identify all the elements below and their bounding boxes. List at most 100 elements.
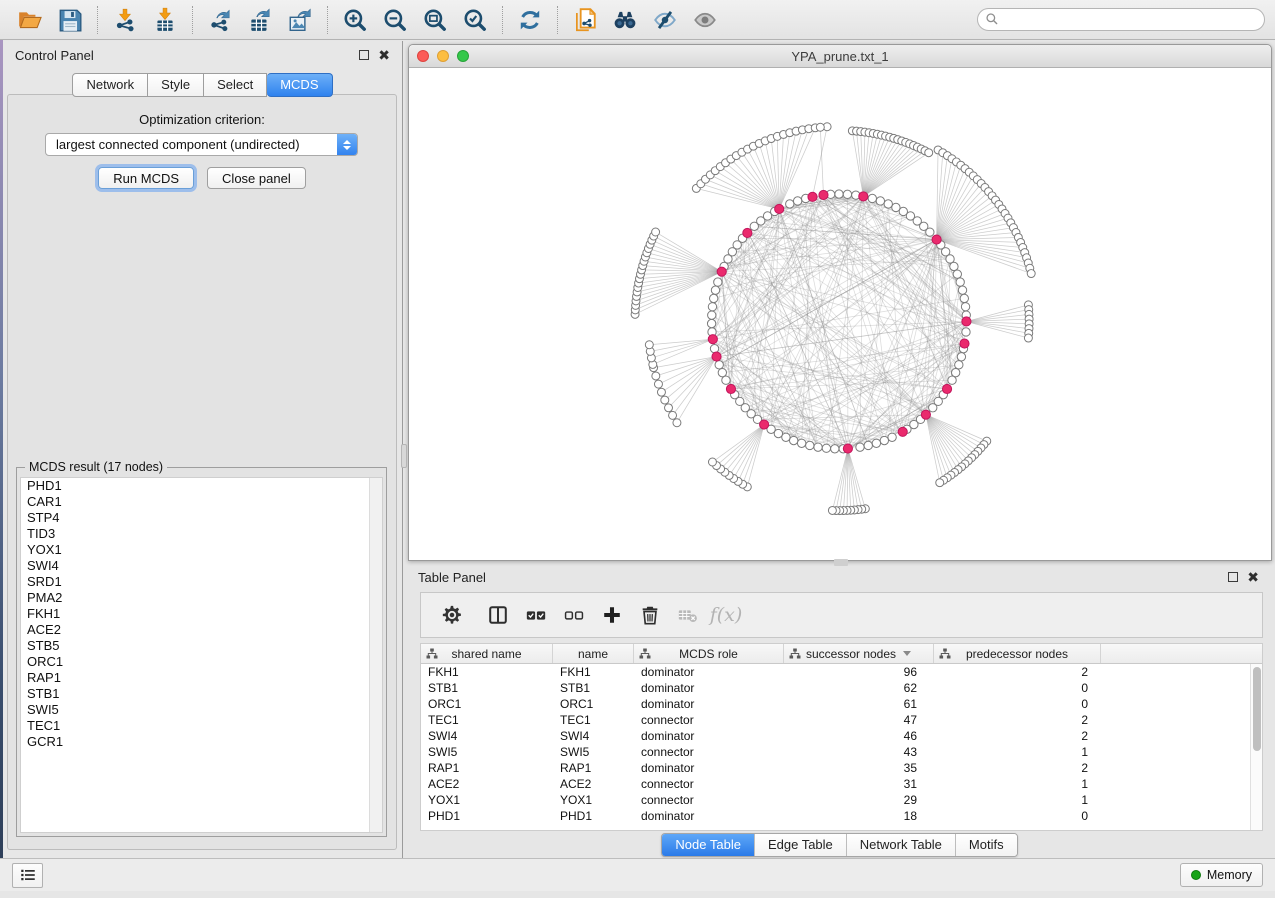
plus-icon [601,604,623,626]
float-panel-icon[interactable] [359,50,369,60]
unselect-all-columns-button[interactable] [557,598,591,632]
mcds-result-node[interactable]: STB5 [21,638,382,654]
search-network-button[interactable] [605,4,645,36]
zoom-out-button[interactable] [375,4,415,36]
add-column-button[interactable] [595,598,629,632]
network-snapshot-button[interactable] [565,4,605,36]
mcds-result-node[interactable]: TID3 [21,526,382,542]
column-header-successor-nodes[interactable]: successor nodes [784,644,934,663]
footer-tab-node-table[interactable]: Node Table [662,834,754,856]
mcds-result-node[interactable]: PHD1 [21,478,382,494]
control-panel-header: Control Panel ✖ [3,41,402,69]
column-header-MCDS-role[interactable]: MCDS role [634,644,784,663]
tab-network[interactable]: Network [72,73,148,97]
gear-icon [441,604,463,626]
column-header-name[interactable]: name [553,644,634,663]
mcds-result-node[interactable]: ORC1 [21,654,382,670]
status-bar: Memory [0,858,1275,891]
mcds-result-node[interactable]: ACE2 [21,622,382,638]
network-canvas[interactable] [409,68,1271,560]
mcds-result-node[interactable]: STB1 [21,686,382,702]
mcds-result-list[interactable]: PHD1CAR1STP4TID3YOX1SWI4SRD1PMA2FKH1ACE2… [20,477,383,833]
mcds-list-scrollbar[interactable] [369,478,382,832]
memory-button[interactable]: Memory [1180,863,1263,887]
mcds-result-node[interactable]: SWI5 [21,702,382,718]
fx-icon: f(x) [710,604,743,626]
footer-tab-motifs[interactable]: Motifs [955,834,1017,856]
mcds-result-node[interactable]: RAP1 [21,670,382,686]
zoom-in-button[interactable] [335,4,375,36]
cell-MCDS-role: dominator [634,808,784,824]
table-scrollbar[interactable] [1250,664,1262,830]
table-row[interactable]: YOX1YOX1connector291 [421,792,1250,808]
table-row[interactable]: SWI5SWI5connector431 [421,744,1250,760]
zoom-fit-button[interactable] [415,4,455,36]
export-image-icon [287,7,313,33]
footer-tab-network-table[interactable]: Network Table [846,834,955,856]
zoom-in-icon [342,7,368,33]
table-row[interactable]: RAP1RAP1dominator352 [421,760,1250,776]
import-table-button[interactable] [145,4,185,36]
table-row[interactable]: ACE2ACE2connector311 [421,776,1250,792]
save-session-button[interactable] [50,4,90,36]
tab-mcds[interactable]: MCDS [267,73,332,97]
mcds-result-node[interactable]: STP4 [21,510,382,526]
column-header-shared-name[interactable]: shared name [421,644,553,663]
table-scrollbar-thumb[interactable] [1253,667,1261,751]
column-header-predecessor-nodes[interactable]: predecessor nodes [934,644,1101,663]
table-row[interactable]: TEC1TEC1connector472 [421,712,1250,728]
float-table-panel-icon[interactable] [1228,572,1238,582]
criterion-dropdown[interactable]: largest connected component (undirected) [45,133,358,156]
mcds-result-node[interactable]: YOX1 [21,542,382,558]
columns-icon [487,604,509,626]
tab-style[interactable]: Style [148,73,204,97]
cell-successor-nodes: 61 [784,696,934,712]
zoom-selected-button[interactable] [455,4,495,36]
select-all-columns-button[interactable] [519,598,553,632]
function-builder-button-disabled: f(x) [709,598,743,632]
tab-select[interactable]: Select [204,73,267,97]
mcds-result-node[interactable]: SRD1 [21,574,382,590]
table-row[interactable]: SWI4SWI4dominator462 [421,728,1250,744]
import-network-button[interactable] [105,4,145,36]
main-toolbar [0,0,1275,40]
table-panel-title: Table Panel [418,570,486,585]
run-mcds-button[interactable]: Run MCDS [98,167,194,189]
open-file-button[interactable] [10,4,50,36]
close-panel-icon[interactable]: ✖ [378,50,390,60]
mcds-result-node[interactable]: TEC1 [21,718,382,734]
cell-MCDS-role: dominator [634,728,784,744]
show-panels-button[interactable] [685,4,725,36]
search-input[interactable] [977,8,1265,31]
close-panel-button[interactable]: Close panel [207,167,306,189]
mcds-tab-content: Optimization criterion: largest connecte… [7,94,397,850]
mcds-result-node[interactable]: PMA2 [21,590,382,606]
export-image-button[interactable] [280,4,320,36]
mcds-result-node[interactable]: SWI4 [21,558,382,574]
table-row[interactable]: PHD1PHD1dominator180 [421,808,1250,824]
table-row[interactable]: FKH1FKH1dominator962 [421,664,1250,680]
mcds-result-node[interactable]: GCR1 [21,734,382,750]
zoom-out-icon [382,7,408,33]
table-row[interactable]: ORC1ORC1dominator610 [421,696,1250,712]
mcds-result-items: PHD1CAR1STP4TID3YOX1SWI4SRD1PMA2FKH1ACE2… [21,478,382,750]
cell-name: ORC1 [553,696,634,712]
mcds-result-node[interactable]: FKH1 [21,606,382,622]
task-history-button[interactable] [12,863,43,888]
delete-column-button[interactable] [633,598,667,632]
panel-divider-handle[interactable] [401,444,407,468]
footer-tab-edge-table[interactable]: Edge Table [754,834,846,856]
close-table-panel-icon[interactable]: ✖ [1247,572,1259,582]
export-network-button[interactable] [200,4,240,36]
column-settings-button[interactable] [435,598,469,632]
column-type-icon [639,648,651,660]
table-row[interactable]: STB1STB1dominator620 [421,680,1250,696]
hide-panels-button[interactable] [645,4,685,36]
column-type-icon [789,648,801,660]
cell-name: PHD1 [553,808,634,824]
refresh-button[interactable] [510,4,550,36]
mcds-result-node[interactable]: CAR1 [21,494,382,510]
cell-successor-nodes: 47 [784,712,934,728]
export-table-button[interactable] [240,4,280,36]
show-column-panel-button[interactable] [481,598,515,632]
